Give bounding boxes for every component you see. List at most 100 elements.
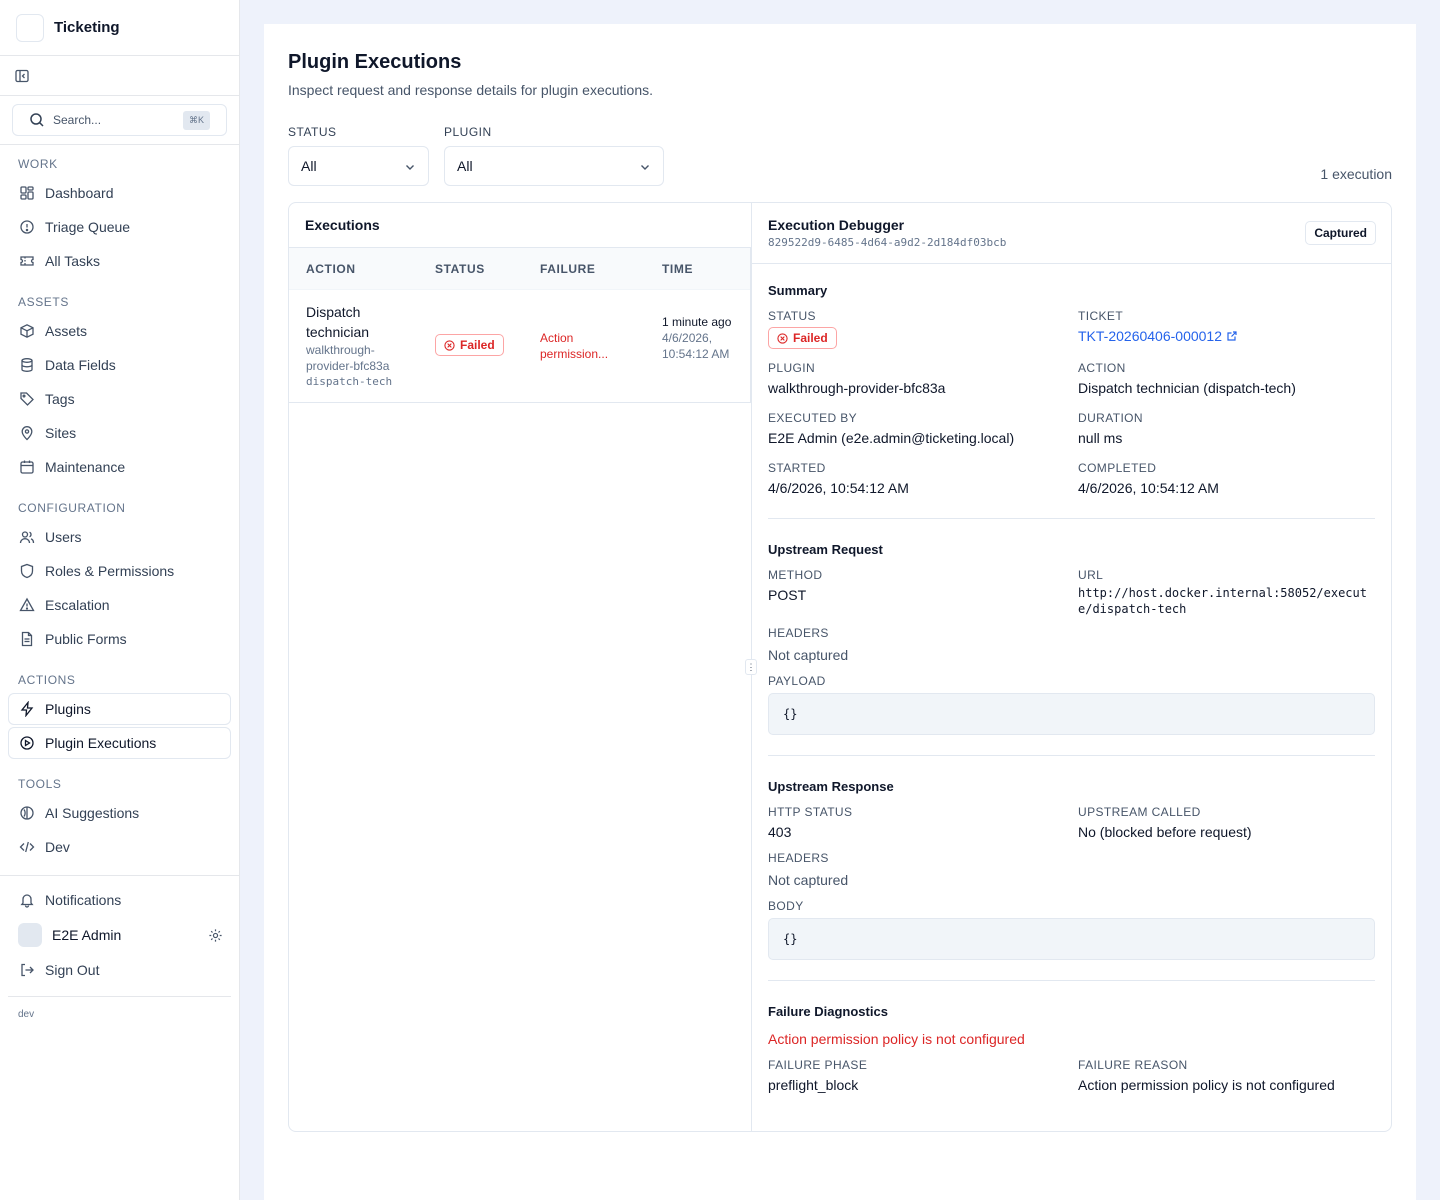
- sidebar-item-plugins[interactable]: Plugins: [8, 693, 231, 725]
- upstream-response-heading: Upstream Response: [768, 779, 894, 794]
- code-icon: [19, 841, 35, 853]
- sidebar-item-dev[interactable]: Dev: [8, 831, 231, 863]
- sidebar-item-sites[interactable]: Sites: [8, 417, 231, 449]
- section-divider: [768, 755, 1375, 756]
- column-header-status: STATUS: [435, 261, 485, 276]
- box-icon: [20, 324, 34, 338]
- sidebar-item-roles-permissions[interactable]: Roles & Permissions: [8, 555, 231, 587]
- page-title: Plugin Executions: [288, 51, 462, 73]
- executions-table: ACTION STATUS FAILURE TIME Dispatch tech…: [289, 248, 751, 403]
- column-header-failure: FAILURE: [540, 261, 596, 276]
- url-value: http://host.docker.internal:58052/execut…: [1078, 586, 1367, 616]
- sidebar-item-public-forms[interactable]: Public Forms: [8, 623, 231, 655]
- calendar-icon: [20, 460, 34, 474]
- http-status-value: 403: [768, 824, 792, 840]
- response-headers-label: HEADERS: [768, 851, 829, 865]
- sidebar-item-label: Public Forms: [45, 631, 127, 647]
- http-status-label: HTTP STATUS: [768, 805, 853, 819]
- gear-icon[interactable]: [208, 928, 223, 943]
- sidebar-item-label: Assets: [45, 323, 88, 339]
- zap-icon: [20, 701, 34, 717]
- completed-label: COMPLETED: [1078, 461, 1157, 475]
- sidebar-item-escalation[interactable]: Escalation: [8, 589, 231, 621]
- section-configuration: CONFIGURATION: [18, 501, 126, 515]
- sidebar-divider: [8, 996, 231, 997]
- sidebar-item-triage-queue[interactable]: Triage Queue: [8, 211, 231, 243]
- sidebar-item-plugin-executions[interactable]: Plugin Executions: [8, 727, 231, 759]
- failure-reason-label: FAILURE REASON: [1078, 1058, 1188, 1072]
- section-divider: [768, 518, 1375, 519]
- sidebar-item-data-fields[interactable]: Data Fields: [8, 349, 231, 381]
- collapse-sidebar-button[interactable]: [0, 56, 239, 96]
- plugin-filter-select[interactable]: All: [444, 146, 664, 186]
- plugin-value: walkthrough-provider-bfc83a: [768, 380, 946, 396]
- upstream-request-heading: Upstream Request: [768, 542, 883, 557]
- executions-list-pane: Executions ACTION STATUS FAILURE TIME Di…: [289, 203, 752, 1131]
- ticket-link[interactable]: TKT-20260406-000012: [1078, 328, 1238, 344]
- sidebar-item-assets[interactable]: Assets: [8, 315, 231, 347]
- search-input[interactable]: [53, 113, 173, 127]
- sidebar-item-maintenance[interactable]: Maintenance: [8, 451, 231, 483]
- failure-diagnostics-heading: Failure Diagnostics: [768, 1004, 888, 1019]
- log-out-icon: [21, 963, 34, 977]
- brand[interactable]: Ticketing: [0, 0, 239, 56]
- url-label: URL: [1078, 568, 1104, 582]
- started-value: 4/6/2026, 10:54:12 AM: [768, 480, 909, 496]
- execution-id: 829522d9-6485-4d64-a9d2-2d184df03bcb: [768, 236, 1007, 249]
- column-header-time: TIME: [662, 261, 694, 276]
- search-icon: [30, 113, 44, 127]
- status-badge-label: Failed: [460, 338, 495, 352]
- sidebar-item-label: Tags: [45, 391, 75, 407]
- x-circle-icon: [444, 339, 455, 351]
- main-content: Plugin Executions Inspect request and re…: [264, 24, 1416, 1200]
- shield-icon: [20, 563, 34, 579]
- response-headers-value: Not captured: [768, 872, 849, 888]
- execution-time-relative: 1 minute ago: [662, 315, 732, 329]
- plugin-label: PLUGIN: [768, 361, 816, 375]
- executed-by-value: E2E Admin (e2e.admin@ticketing.local): [768, 430, 1015, 446]
- executions-heading: Executions: [289, 203, 751, 248]
- ticket-label: TICKET: [1078, 309, 1124, 323]
- play-circle-icon: [20, 736, 34, 750]
- user-menu[interactable]: E2E Admin: [8, 918, 231, 952]
- sidebar-item-label: Users: [45, 529, 82, 545]
- file-text-icon: [21, 631, 33, 647]
- method-label: METHOD: [768, 568, 823, 582]
- summary-status-value: Failed: [793, 331, 828, 345]
- captured-badge: Captured: [1305, 221, 1376, 245]
- execution-count: 1 execution: [1320, 166, 1392, 182]
- ai-icon: [20, 806, 34, 820]
- sidebar-item-ai-suggestions[interactable]: AI Suggestions: [8, 797, 231, 829]
- sidebar-item-all-tasks[interactable]: All Tasks: [8, 245, 231, 277]
- search-box[interactable]: ⌘K: [12, 104, 227, 136]
- debugger-header: Execution Debugger 829522d9-6485-4d64-a9…: [752, 203, 1392, 264]
- summary-status-badge: Failed: [768, 327, 837, 349]
- alert-circle-icon: [20, 220, 34, 234]
- status-badge: Failed: [435, 334, 504, 356]
- upstream-called-value: No (blocked before request): [1078, 824, 1252, 840]
- sidebar-item-users[interactable]: Users: [8, 521, 231, 553]
- table-header: ACTION STATUS FAILURE TIME: [289, 248, 750, 290]
- executions-panel: Executions ACTION STATUS FAILURE TIME Di…: [288, 202, 1392, 1132]
- search-shortcut: ⌘K: [182, 111, 210, 130]
- execution-action-key: dispatch-tech: [306, 375, 393, 388]
- sidebar-item-tags[interactable]: Tags: [8, 383, 231, 415]
- sidebar-item-label: Triage Queue: [45, 219, 131, 235]
- table-row[interactable]: Dispatch technician walkthrough-provider…: [289, 290, 750, 402]
- section-tools: TOOLS: [18, 777, 62, 791]
- request-headers-value: Not captured: [768, 647, 849, 663]
- section-work: WORK: [18, 157, 58, 171]
- dashboard-icon: [20, 186, 34, 200]
- execution-action-name: Dispatch technician: [306, 304, 370, 340]
- sidebar-item-label: Plugins: [45, 701, 91, 717]
- sidebar-item-dashboard[interactable]: Dashboard: [8, 177, 231, 209]
- payload-label: PAYLOAD: [768, 674, 826, 688]
- sidebar-item-label: All Tasks: [45, 253, 100, 269]
- status-filter-select[interactable]: All: [288, 146, 429, 186]
- sidebar-item-notifications[interactable]: Notifications: [8, 884, 231, 916]
- body-label: BODY: [768, 899, 804, 913]
- sidebar-item-sign-out[interactable]: Sign Out: [8, 954, 231, 986]
- sidebar-item-label: Sites: [45, 425, 77, 441]
- sidebar-item-label: Maintenance: [45, 459, 126, 475]
- sidebar-item-label: Roles & Permissions: [45, 563, 175, 579]
